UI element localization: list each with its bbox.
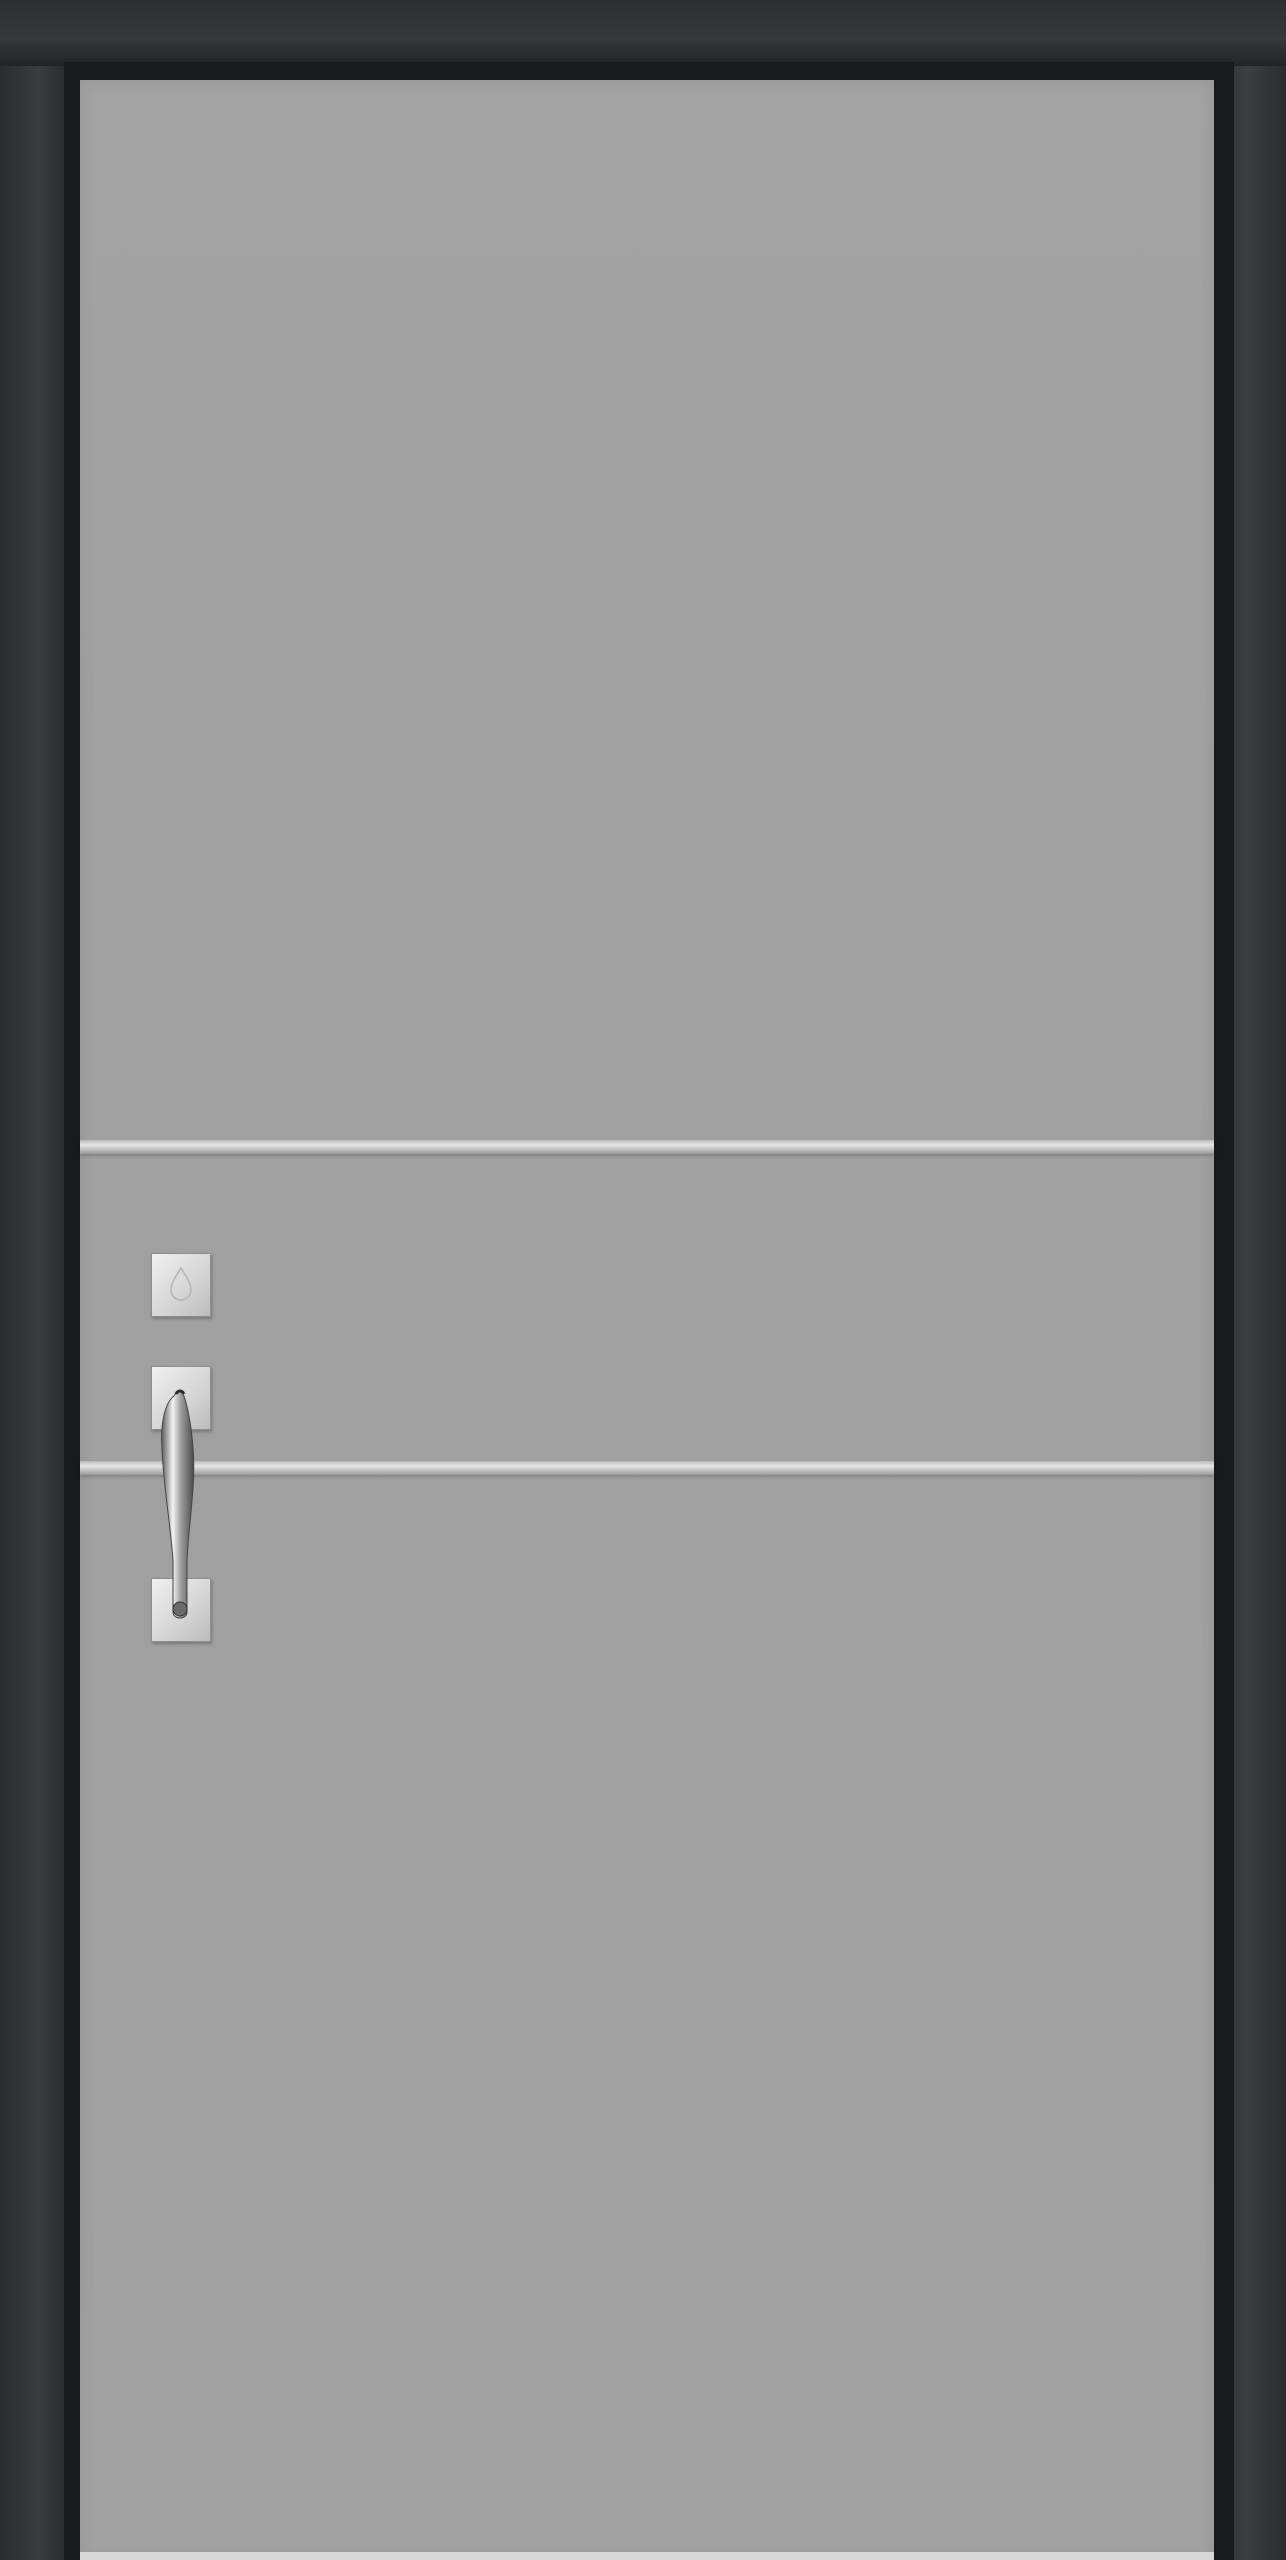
drop-icon [170, 1266, 192, 1301]
door-frame-header [0, 0, 1286, 66]
door-leaf [80, 80, 1214, 2560]
upper-metal-inlay [80, 1140, 1214, 1154]
threshold [80, 2552, 1214, 2560]
sensor-plate[interactable] [151, 1253, 211, 1317]
lower-metal-inlay [80, 1461, 1214, 1475]
door-handle[interactable] [140, 1380, 220, 1640]
